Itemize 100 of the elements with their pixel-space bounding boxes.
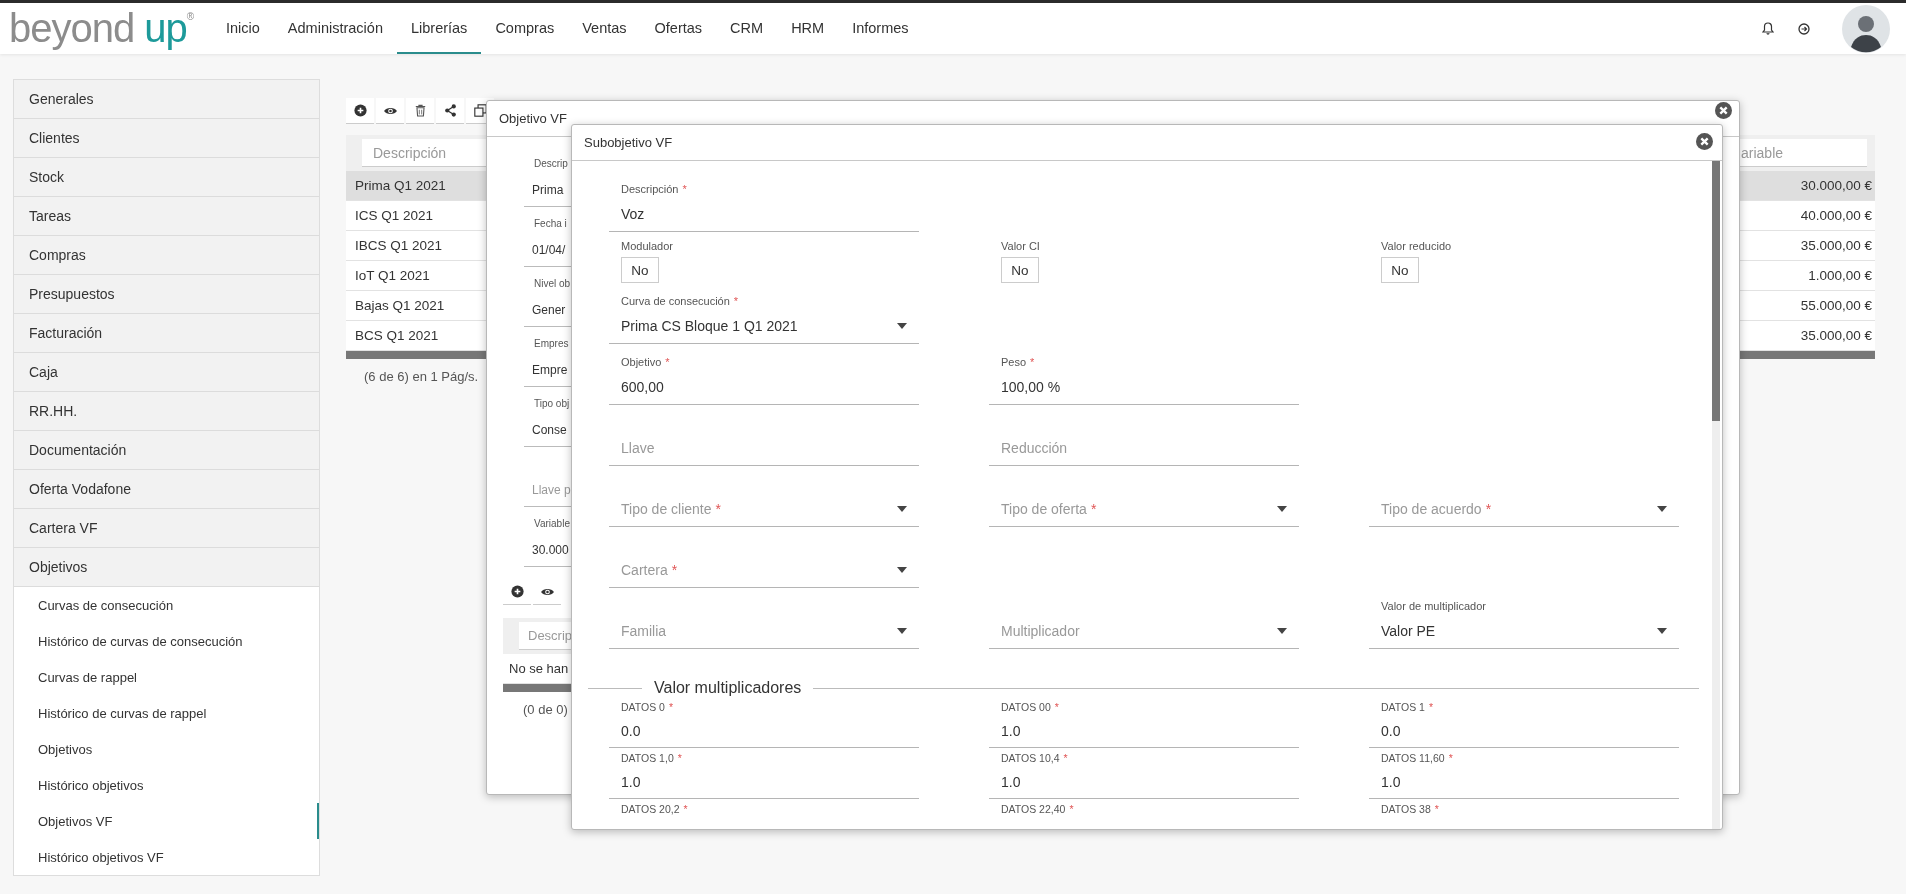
field-label: Descrip [534,157,568,169]
bell-icon[interactable] [1762,22,1774,35]
nav-tab[interactable]: Compras [481,3,569,54]
sidebar-item[interactable]: Clientes [14,119,319,158]
scrollbar[interactable] [1712,161,1720,829]
dropdown-field[interactable]: Tipo de cliente * [609,492,919,527]
field-label: Valor reducido [1381,240,1452,252]
caret-icon [897,567,907,573]
field-label: Modulador [621,240,673,252]
nav-tab[interactable]: Librerías [396,3,482,54]
nav-tab[interactable]: Informes [838,3,923,54]
field-label: DATOS 1 * [1381,701,1434,713]
input-field[interactable]: 600,00 [609,370,919,405]
table-cell: 1.000,00 € [1808,268,1872,283]
circle-arrow-icon[interactable] [1798,22,1810,35]
field-label: Descripción * [621,183,687,195]
field-label: Valor de multiplicador [1381,600,1486,612]
nav-tab[interactable]: HRM [777,3,839,54]
close-icon[interactable] [1696,133,1713,150]
input-field[interactable]: 1.0 [609,766,919,799]
field-label: Valor CI [1001,240,1040,252]
field-label: Tipo obj [534,397,570,409]
input-field[interactable]: 1.0 [1369,766,1679,799]
sidebar-item[interactable]: Compras [14,236,319,275]
field-label: DATOS 10,4 * [1001,752,1068,764]
plus-icon [353,104,367,117]
eye-icon [382,105,398,116]
nav-tab[interactable]: Inicio [212,3,274,54]
plus-icon [510,585,524,598]
section-title: Valor multiplicadores [653,679,803,697]
caret-icon [1657,628,1667,634]
logo: beyond up$^{®}$ [8,6,195,51]
sidebar-item[interactable]: Documentación [14,431,319,470]
field-label: DATOS 1,0 * [621,752,682,764]
sidebar-item[interactable]: Presupuestos [14,275,319,314]
field-label: Objetivo * [621,356,670,368]
eye-icon [539,586,555,597]
sidebar-item[interactable]: Facturación [14,314,319,353]
caret-icon [1277,506,1287,512]
table-cell: BCS Q1 2021 [355,328,439,343]
field-label: DATOS 38 * [1381,803,1439,815]
table-cell: 55.000,00 € [1800,298,1872,313]
field-label: Peso * [1001,356,1035,368]
field-label: DATOS 00 * [1001,701,1059,713]
input-field[interactable]: 0.0 [609,715,919,748]
input-field[interactable]: 100,00 % [989,370,1299,405]
delete-button[interactable] [406,98,434,124]
sidebar-item[interactable]: Generales [14,80,319,119]
table-cell: ICS Q1 2021 [355,208,434,223]
input-field[interactable]: Voz [609,197,919,232]
share-button[interactable] [436,98,464,124]
caret-icon [897,628,907,634]
field-label: DATOS 22,40 * [1001,803,1074,815]
dropdown-field[interactable]: Valor PE [1369,614,1679,649]
sidebar-item[interactable]: RR.HH. [14,392,319,431]
table-cell: 30.000,00 € [1800,178,1872,193]
dialog-title: Subobjetivo VF [584,135,673,150]
pagination-text: (6 de 6) en 1 Pág/s. [364,369,479,384]
add-button[interactable] [346,98,374,124]
toggle-button[interactable]: No [621,257,659,283]
sidebar-item[interactable]: Tareas [14,197,319,236]
close-icon[interactable] [1715,102,1732,119]
dropdown-field[interactable]: Cartera * [609,553,919,588]
dropdown-field[interactable]: Tipo de oferta * [989,492,1299,527]
avatar[interactable] [1842,4,1890,53]
scrollbar[interactable] [503,684,571,692]
sidebar-item[interactable]: Objetivos [14,548,319,587]
input-field[interactable]: 1.0 [989,766,1299,799]
field-label: DATOS 11,60 * [1381,752,1453,764]
sidebar-item[interactable]: Oferta Vodafone [14,470,319,509]
table-cell: 40.000,00 € [1800,208,1872,223]
nav-tab[interactable]: Ventas [568,3,641,54]
table-cell: Bajas Q1 2021 [355,298,445,313]
share-icon [443,104,457,117]
pagination-text: (0 de 0) [523,702,568,717]
field-label: DATOS 20,2 * [621,803,688,815]
field-label: Empres [534,337,569,349]
nav-tab[interactable]: Administración [273,3,397,54]
input-field[interactable]: 1.0 [989,715,1299,748]
dropdown-field[interactable]: Prima CS Bloque 1 Q1 2021 [609,309,919,344]
toggle-button[interactable]: No [1381,257,1419,283]
table-cell: IBCS Q1 2021 [355,238,443,253]
sidebar-item[interactable]: Stock [14,158,319,197]
table-cell: Prima Q1 2021 [355,178,446,193]
nav-tab[interactable]: CRM [716,3,778,54]
field-label: DATOS 0 * [621,701,674,713]
trash-icon [414,104,426,117]
caret-icon [897,323,907,329]
nav-tab[interactable]: Ofertas [640,3,717,54]
input-field[interactable]: 0.0 [1369,715,1679,748]
field-label: Fecha i [534,217,567,229]
sidebar-item[interactable]: Cartera VF [14,509,319,548]
dropdown-field[interactable]: Tipo de acuerdo * [1369,492,1679,527]
field-label: Curva de consecución * [621,295,739,307]
toggle-button[interactable]: No [1001,257,1039,283]
table-cell: IoT Q1 2021 [355,268,430,283]
caret-icon [897,506,907,512]
empty-message: No se han [509,661,569,676]
sidebar-item[interactable]: Caja [14,353,319,392]
view-button[interactable] [376,98,404,124]
